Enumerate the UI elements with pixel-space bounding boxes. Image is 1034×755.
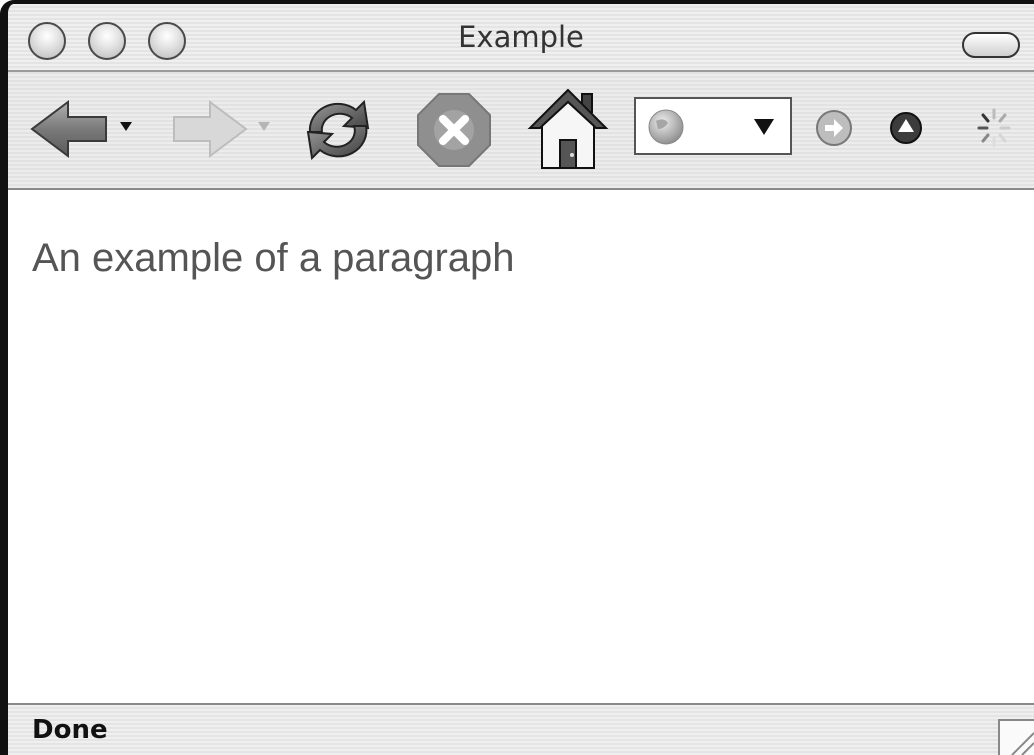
- browser-window: Example An example of a paragraph Done: [0, 0, 1034, 755]
- search-icon: [890, 112, 922, 144]
- forward-arrow-icon: [173, 100, 270, 158]
- stop-icon: [417, 93, 491, 167]
- title-bar[interactable]: Example: [8, 4, 1034, 72]
- reload-button[interactable]: [300, 92, 376, 166]
- status-bar: Done: [8, 703, 1034, 755]
- resize-grip-icon: [1011, 732, 1034, 755]
- dropdown-arrow-icon[interactable]: [752, 117, 776, 137]
- status-text: Done: [32, 715, 108, 745]
- url-field[interactable]: [634, 97, 792, 155]
- go-button[interactable]: [814, 108, 854, 148]
- resize-grip[interactable]: [998, 719, 1034, 755]
- go-icon: [816, 110, 852, 146]
- stop-button[interactable]: [416, 92, 492, 168]
- throbber: [974, 106, 1014, 150]
- toolbar-toggle-button[interactable]: [962, 32, 1020, 58]
- home-button[interactable]: [526, 86, 610, 172]
- reload-icon: [306, 99, 370, 161]
- home-icon: [527, 88, 609, 169]
- forward-button[interactable]: [168, 98, 278, 160]
- globe-icon: [648, 109, 684, 145]
- window-title: Example: [458, 20, 584, 54]
- back-arrow-icon: [30, 100, 132, 158]
- navigation-toolbar: [8, 72, 1034, 190]
- page-content: An example of a paragraph: [8, 190, 1034, 705]
- search-button[interactable]: [888, 110, 924, 146]
- back-button[interactable]: [28, 98, 138, 160]
- paragraph: An example of a paragraph: [32, 236, 515, 280]
- throbber-icon: [977, 108, 1011, 148]
